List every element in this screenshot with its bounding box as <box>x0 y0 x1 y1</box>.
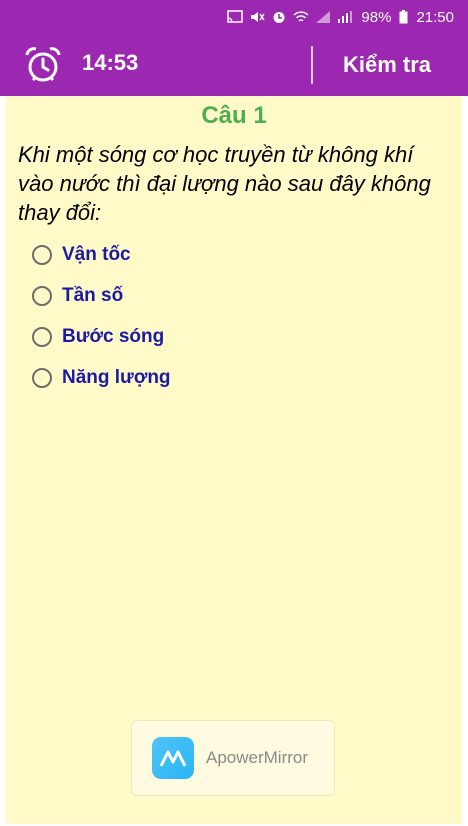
appbar-divider <box>311 46 313 84</box>
answer-option[interactable]: Vận tốc <box>32 234 171 275</box>
cast-icon <box>227 10 244 23</box>
clock: 21:50 <box>416 8 454 26</box>
screen-edge <box>462 96 468 826</box>
answer-option[interactable]: Năng lượng <box>32 357 171 398</box>
status-bar: 98% 21:50 <box>0 0 468 34</box>
signal-icon <box>338 11 353 23</box>
question-title: Câu 1 <box>201 102 267 129</box>
radio-button[interactable] <box>32 244 52 265</box>
apowermirror-watermark: ApowerMirror <box>131 720 335 796</box>
answer-label: Bước sóng <box>62 325 165 347</box>
apowermirror-logo-icon <box>152 737 194 779</box>
question-text: Khi một sóng cơ học truyền từ không khí … <box>18 142 431 225</box>
answer-label: Vận tốc <box>62 243 131 265</box>
mute-icon <box>251 12 266 22</box>
status-icons <box>227 10 353 24</box>
watermark-label: ApowerMirror <box>206 748 309 767</box>
answer-label: Tần số <box>62 284 124 306</box>
wifi-icon <box>293 11 309 22</box>
app-bar: 14:53 Kiểm tra <box>0 34 468 96</box>
check-button[interactable]: Kiểm tra <box>322 40 452 90</box>
battery-percent: 98% <box>361 8 392 26</box>
answer-label: Năng lượng <box>62 366 171 388</box>
countdown-timer: 14:53 <box>82 50 139 75</box>
alarm-status-icon <box>273 12 285 23</box>
answer-options: Vận tốc Tần số Bước sóng Năng lượng <box>32 234 171 398</box>
battery-icon <box>399 10 408 24</box>
radio-button[interactable] <box>32 285 52 306</box>
answer-option[interactable]: Bước sóng <box>32 316 171 357</box>
question-panel: Câu 1 Khi một sóng cơ học truyền từ khôn… <box>6 96 462 824</box>
alarm-clock-icon <box>25 47 61 82</box>
radio-button[interactable] <box>32 367 52 388</box>
radio-button[interactable] <box>32 326 52 347</box>
signal-icon <box>316 11 331 23</box>
answer-option[interactable]: Tần số <box>32 275 171 316</box>
